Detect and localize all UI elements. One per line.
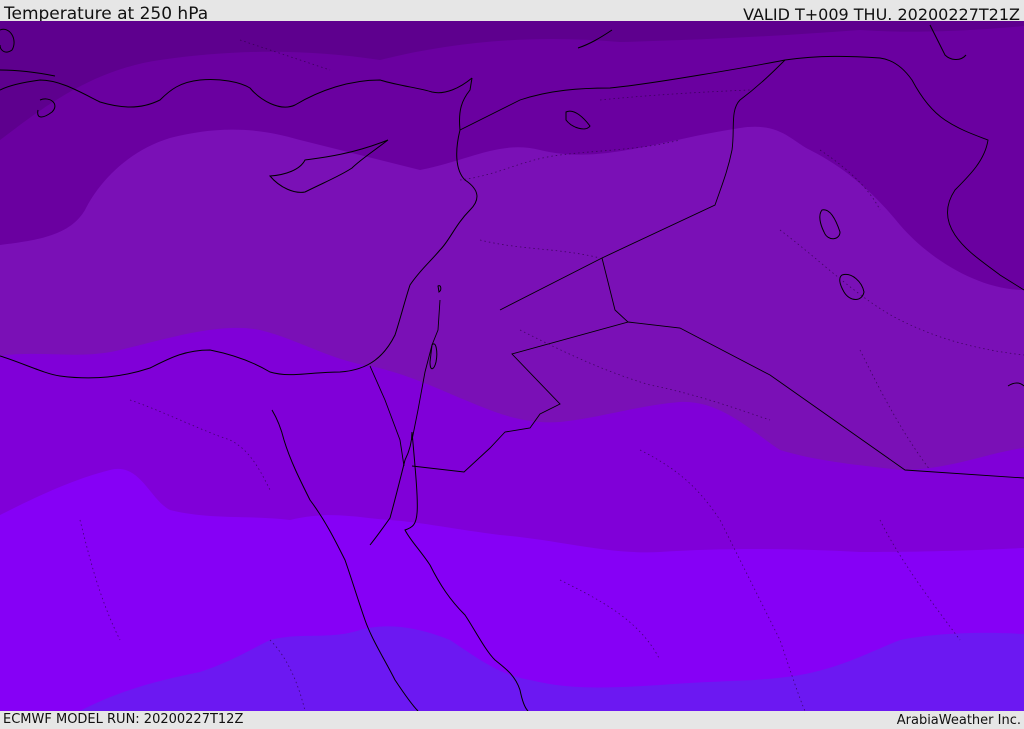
top-bar: Temperature at 250 hPa VALID T+009 THU. …	[0, 0, 1024, 24]
map-canvas	[0, 21, 1024, 711]
credit-label: ArabiaWeather Inc.	[896, 713, 1021, 728]
model-run-label: ECMWF MODEL RUN: 20200227T12Z	[3, 712, 244, 727]
bottom-bar: ECMWF MODEL RUN: 20200227T12Z ArabiaWeat…	[0, 711, 1024, 729]
temperature-map[interactable]	[0, 21, 1024, 711]
